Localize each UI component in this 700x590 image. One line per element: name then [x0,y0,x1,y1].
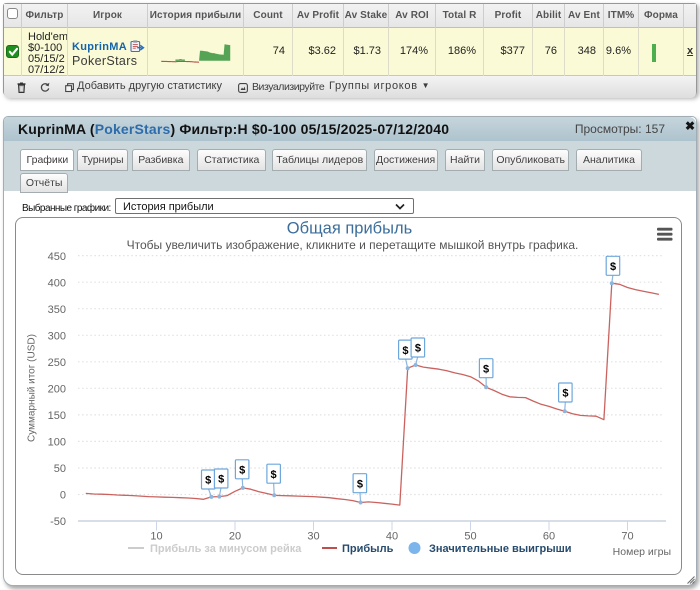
svg-text:$: $ [218,474,224,486]
svg-text:Общая прибыль: Общая прибыль [287,220,412,238]
svg-text:100: 100 [48,437,66,449]
svg-text:Суммарный итог (USD): Суммарный итог (USD) [27,334,38,442]
svg-text:$: $ [357,478,363,490]
svg-text:-50: -50 [50,516,66,528]
svg-text:Прибыль: Прибыль [342,543,394,555]
svg-text:450: 450 [48,251,66,263]
svg-text:30: 30 [307,530,319,542]
svg-text:$: $ [239,465,245,477]
svg-text:200: 200 [48,384,66,396]
svg-text:250: 250 [48,357,66,369]
svg-text:$: $ [205,475,211,487]
svg-text:0: 0 [60,490,66,502]
svg-text:150: 150 [48,410,66,422]
svg-text:300: 300 [48,331,66,343]
svg-text:10: 10 [150,530,162,542]
svg-text:Прибыль за минусом рейка: Прибыль за минусом рейка [150,543,302,555]
svg-text:Номер игры: Номер игры [613,546,671,558]
svg-text:50: 50 [54,463,66,475]
svg-text:400: 400 [48,277,66,289]
svg-text:$: $ [610,261,616,273]
svg-text:350: 350 [48,304,66,316]
svg-text:40: 40 [386,530,398,542]
svg-text:70: 70 [621,530,633,542]
svg-text:$: $ [271,469,277,481]
svg-text:$: $ [402,345,408,357]
svg-text:$: $ [483,363,489,375]
svg-text:Чтобы увеличить изображение, к: Чтобы увеличить изображение, кликните и … [127,238,579,252]
svg-text:$: $ [415,343,421,355]
svg-text:20: 20 [229,530,241,542]
svg-text:50: 50 [464,530,476,542]
svg-text:60: 60 [543,530,555,542]
svg-text:Значительные выигрыши: Значительные выигрыши [429,543,572,555]
svg-text:$: $ [562,388,568,400]
